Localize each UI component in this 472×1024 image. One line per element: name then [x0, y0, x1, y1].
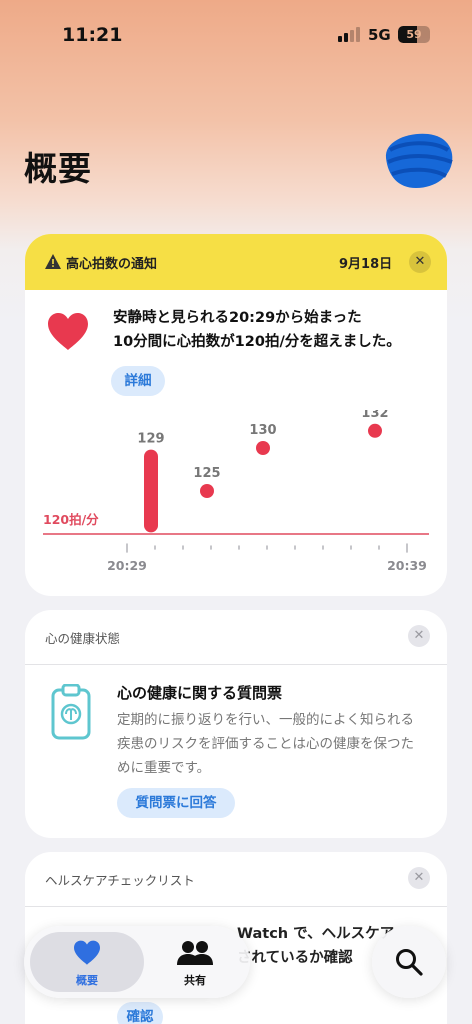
tab-bar: 概要 共有: [24, 926, 250, 998]
divider: [25, 906, 447, 907]
section-header: ヘルスケアチェックリスト: [45, 873, 195, 888]
alert-message-line2: 10分間に心拍数が120拍/分を超えました。: [113, 334, 401, 350]
warning-icon: [45, 254, 61, 269]
threshold-label: 120拍/分: [43, 512, 99, 527]
heart-rate-value-label: 132: [361, 410, 388, 421]
close-icon[interactable]: ✕: [408, 867, 430, 889]
search-button[interactable]: [372, 926, 446, 998]
alert-title: 高心拍数の通知: [66, 257, 158, 272]
heart-rate-value-label: 130: [249, 423, 276, 438]
heart-rate-point: [368, 423, 382, 438]
search-icon: [396, 949, 423, 976]
details-button[interactable]: 詳細: [111, 366, 165, 396]
heart-icon: [48, 313, 88, 350]
questionnaire-title: 心の健康に関する質問票: [117, 684, 283, 702]
heart-rate-value-label: 125: [193, 466, 220, 481]
profile-avatar[interactable]: [380, 128, 456, 192]
heart-rate-chart: 120拍/分 20:29 20:39 129 125 130 132: [43, 410, 429, 573]
mental-health-card[interactable]: 心の健康状態 ✕ 心の健康に関する質問票 定期的に振り返りを行い、一般的によく知…: [25, 610, 447, 838]
divider: [25, 664, 447, 665]
questionnaire-body: 定期的に振り返りを行い、一般的によく知られる疾患のリスクを評価することは心の健康…: [117, 712, 414, 776]
network-type: 5G: [368, 26, 391, 44]
heart-rate-range-bar: [144, 449, 158, 533]
tab-summary-label: 概要: [76, 974, 98, 987]
section-header: 心の健康状態: [45, 631, 121, 646]
alert-message-line1: 安静時と見られる20:29から始まった: [113, 310, 362, 326]
alert-message: 安静時と見られる20:29から始まった 10分間に心拍数が120拍/分を超えまし…: [113, 306, 433, 354]
battery-icon: 59: [398, 26, 430, 43]
close-icon[interactable]: ✕: [409, 251, 431, 273]
clipboard-brain-icon: [51, 684, 91, 740]
heart-icon: [74, 940, 100, 965]
checklist-message: Watch で、ヘルスケア されているか確認: [237, 922, 394, 970]
heart-rate-point: [200, 484, 214, 498]
alert-header: 高心拍数の通知 9月18日 ✕: [25, 234, 447, 290]
tab-summary[interactable]: 概要: [30, 932, 144, 992]
tab-sharing[interactable]: 共有: [146, 932, 244, 992]
checklist-line1: Watch で、ヘルスケア: [237, 926, 395, 942]
battery-level: 59: [406, 28, 422, 41]
alert-date: 9月18日: [339, 257, 393, 272]
close-icon[interactable]: ✕: [408, 625, 430, 647]
axis-start-label: 20:29: [107, 558, 147, 573]
heart-rate-value-label: 129: [137, 432, 164, 447]
confirm-button[interactable]: 確認: [117, 1002, 163, 1024]
page-title: 概要: [24, 149, 92, 188]
axis-end-label: 20:39: [387, 558, 427, 573]
checklist-line2: されているか確認: [237, 950, 353, 966]
tab-sharing-label: 共有: [184, 974, 206, 987]
status-time: 11:21: [62, 24, 123, 46]
signal-icon: [338, 26, 362, 42]
people-icon: [177, 941, 213, 965]
heart-rate-point: [256, 441, 270, 455]
heart-rate-alert-card[interactable]: 高心拍数の通知 9月18日 ✕ 安静時と見られる20:29から始まった 10分間…: [25, 234, 447, 596]
answer-questionnaire-button[interactable]: 質問票に回答: [117, 788, 235, 818]
status-bar: 11:21 5G 59: [0, 0, 472, 70]
